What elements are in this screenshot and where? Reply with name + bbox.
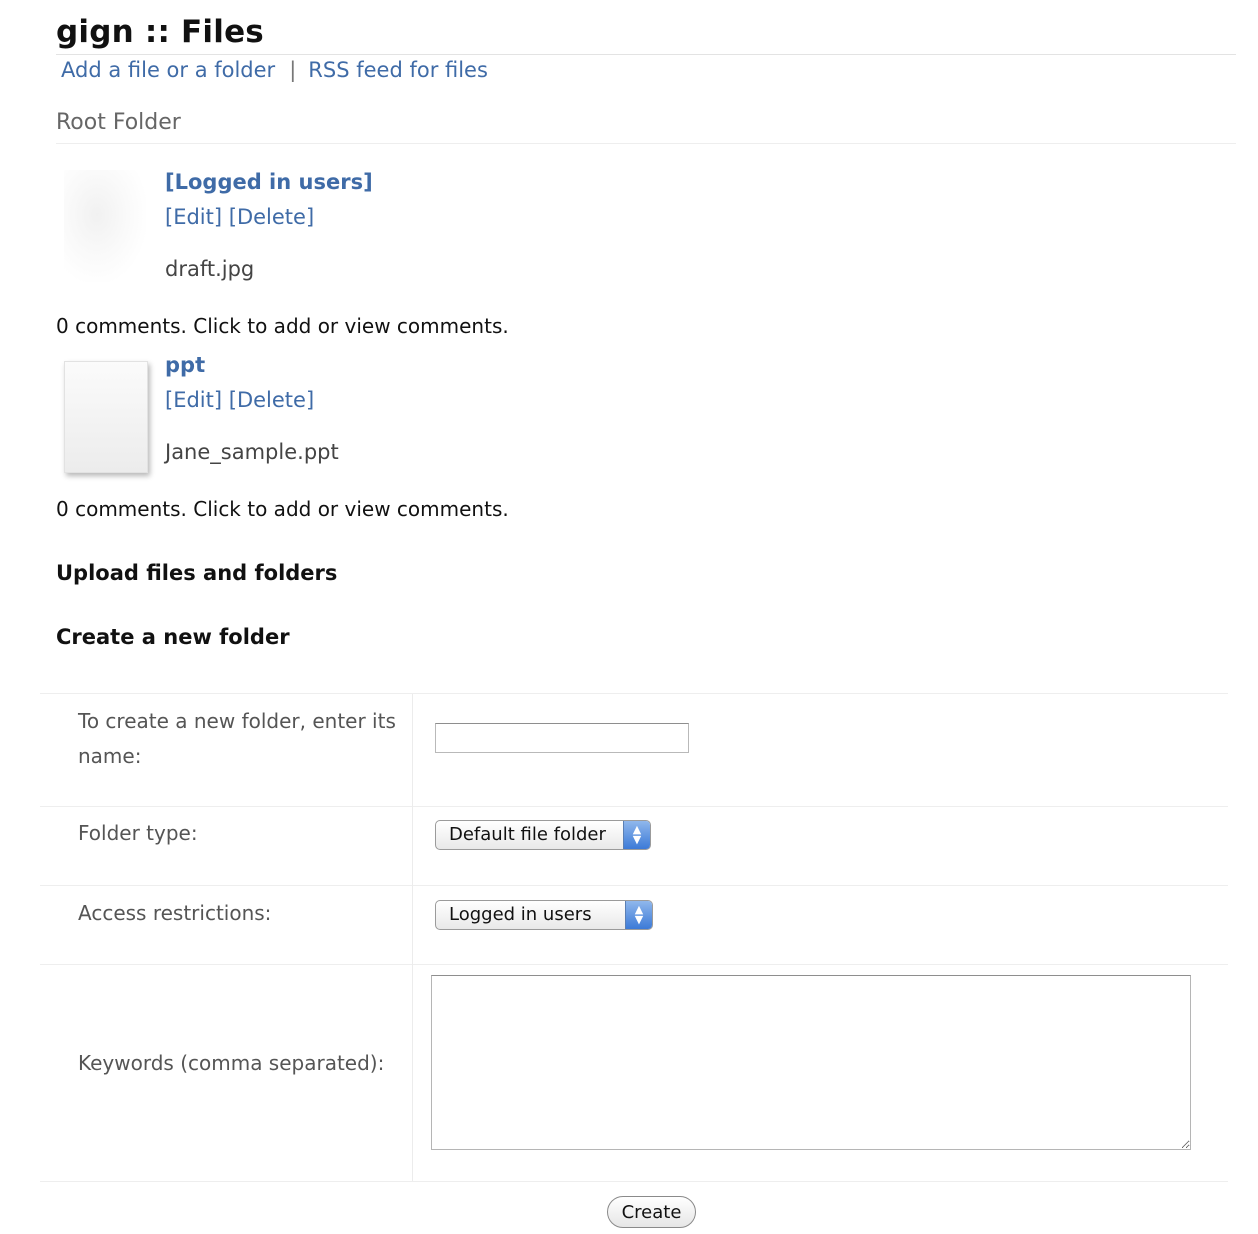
upload-files-heading[interactable]: Upload files and folders (56, 561, 337, 585)
delete-link[interactable]: [Delete] (229, 388, 314, 412)
file-title-link[interactable]: ppt (165, 353, 205, 377)
folder-name-row: To create a new folder, enter its name: (40, 694, 1228, 807)
column-divider (412, 885, 413, 964)
create-button[interactable]: Create (607, 1196, 696, 1228)
page-title: gign :: Files (56, 14, 264, 50)
folder-type-select[interactable]: Default file folder ▲ ▼ (435, 820, 651, 850)
access-restrictions-label: Access restrictions: (78, 901, 272, 925)
file-title-link[interactable]: [Logged in users] (165, 170, 373, 194)
delete-link[interactable]: [Delete] (229, 205, 314, 229)
create-folder-form: To create a new folder, enter its name: … (40, 693, 1228, 1184)
folder-type-value: Default file folder (449, 824, 606, 845)
column-divider (412, 694, 413, 806)
file-thumbnail-icon[interactable] (64, 170, 146, 282)
header-links: Add a file or a folder | RSS feed for file… (61, 58, 488, 82)
root-folder-breadcrumb: Root Folder (56, 110, 181, 135)
create-folder-heading[interactable]: Create a new folder (56, 625, 290, 649)
comments-link[interactable]: 0 comments. Click to add or view comment… (56, 497, 509, 521)
folder-type-label: Folder type: (78, 821, 198, 845)
column-divider (412, 806, 413, 885)
folder-name-input[interactable] (435, 723, 689, 753)
access-restrictions-value: Logged in users (449, 904, 592, 925)
access-restrictions-select[interactable]: Logged in users ▲ ▼ (435, 900, 653, 930)
keywords-label: Keywords (comma separated): (78, 1051, 385, 1075)
folder-name-label: To create a new folder, enter its name: (78, 709, 396, 768)
add-file-or-folder-link[interactable]: Add a file or a folder (61, 58, 275, 82)
rss-feed-link[interactable]: RSS feed for files (308, 58, 488, 82)
file-name: Jane_sample.ppt (165, 440, 339, 464)
link-separator: | (289, 58, 297, 82)
edit-link[interactable]: [Edit] (165, 388, 222, 412)
comments-link[interactable]: 0 comments. Click to add or view comment… (56, 314, 509, 338)
file-name: draft.jpg (165, 257, 255, 281)
up-down-arrows-icon: ▲ ▼ (625, 901, 652, 929)
section-divider (56, 143, 1236, 144)
access-row: Access restrictions: Logged in users ▲ ▼ (40, 885, 1228, 965)
column-divider (412, 964, 413, 1181)
title-divider (56, 54, 1236, 55)
file-actions: [Edit] [Delete] (165, 388, 314, 412)
file-actions: [Edit] [Delete] (165, 205, 314, 229)
file-thumbnail-icon[interactable] (64, 361, 148, 473)
file-entry: ppt [Edit] [Delete] Jane_sample.ppt (56, 353, 656, 478)
folder-type-row: Folder type: Default file folder ▲ ▼ (40, 806, 1228, 886)
edit-link[interactable]: [Edit] (165, 205, 222, 229)
up-down-arrows-icon: ▲ ▼ (623, 821, 650, 849)
file-entry: [Logged in users] [Edit] [Delete] draft.… (56, 170, 656, 295)
keywords-textarea[interactable] (431, 975, 1191, 1150)
